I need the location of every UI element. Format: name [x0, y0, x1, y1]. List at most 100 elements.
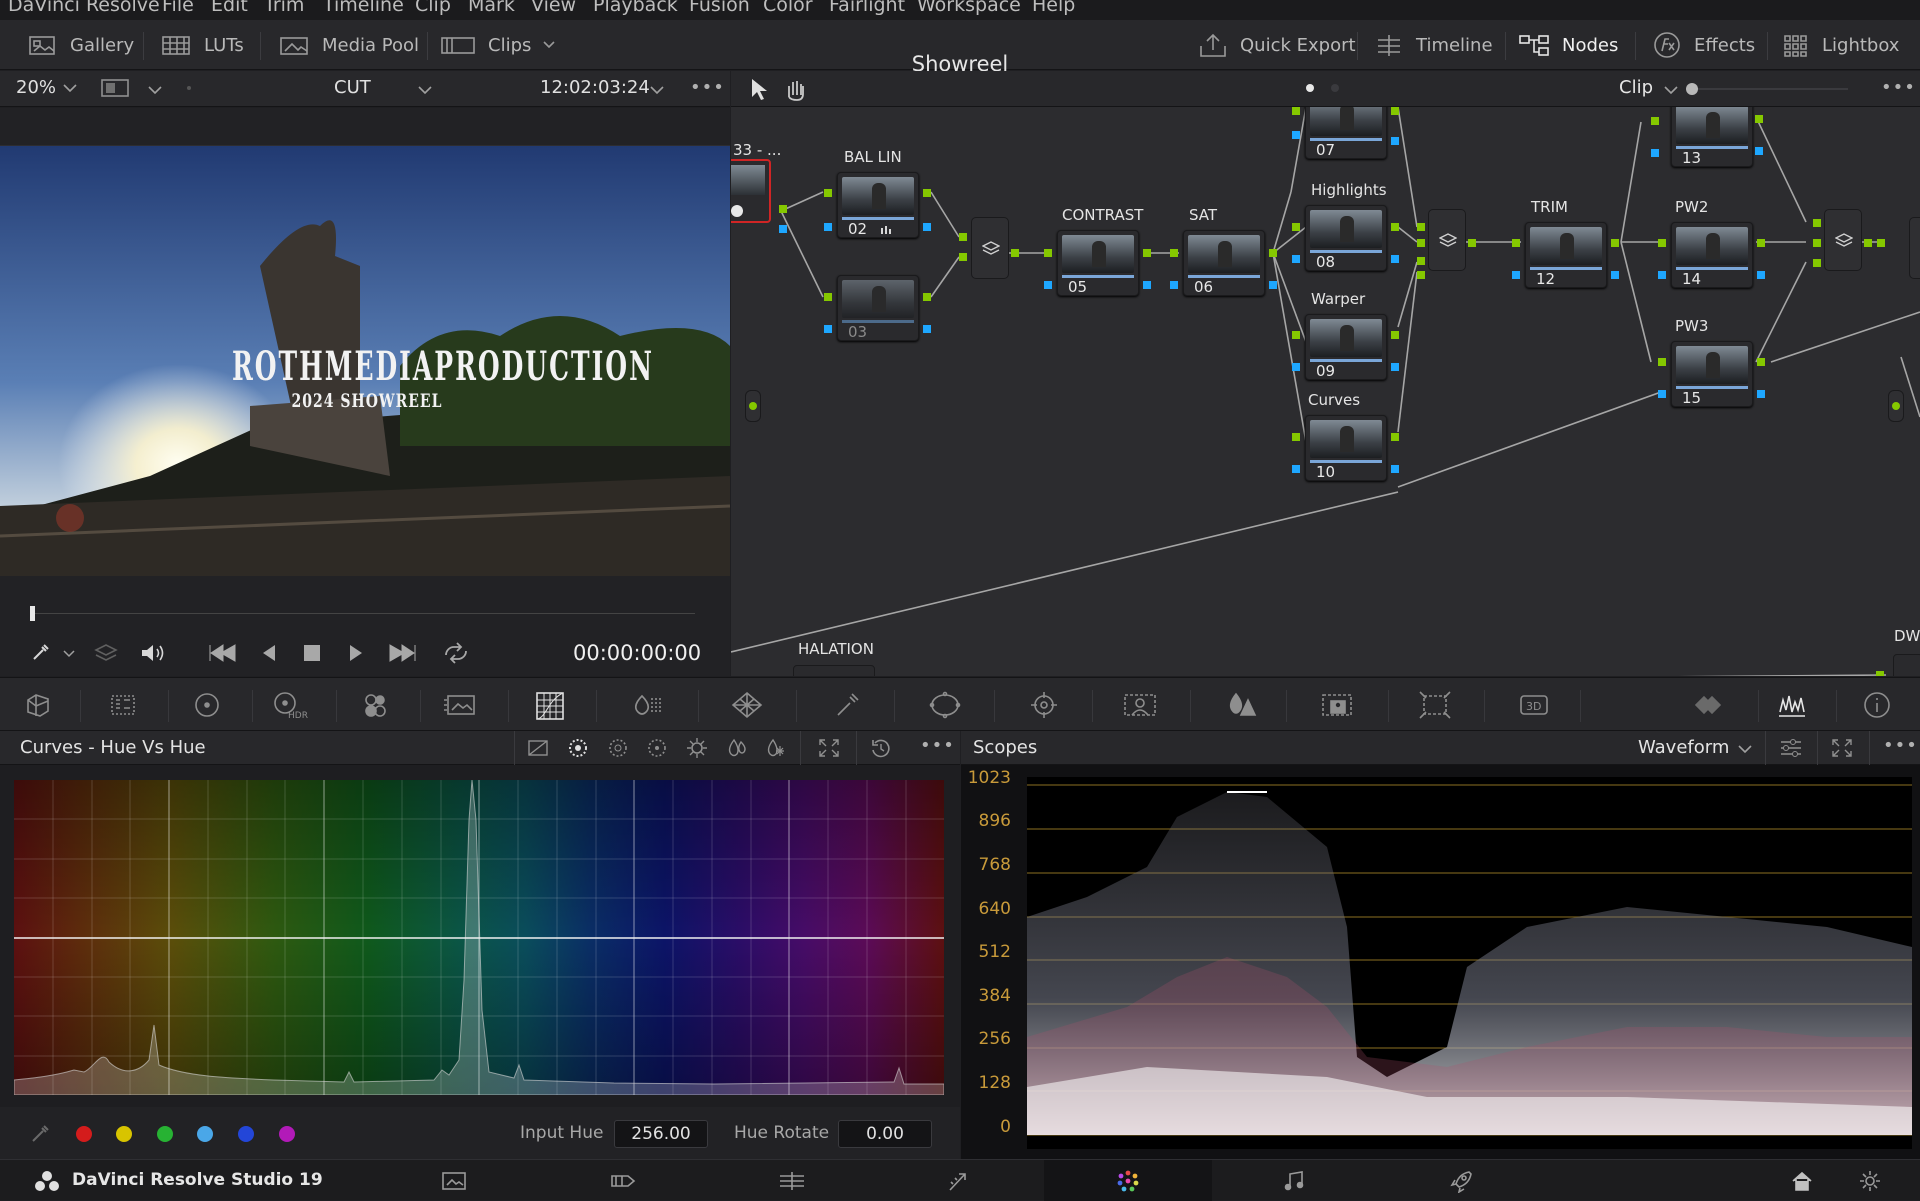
output-port[interactable] [1755, 115, 1763, 123]
scope-type-dropdown[interactable]: Waveform [1638, 737, 1729, 758]
eyedropper-icon[interactable] [30, 641, 52, 663]
menu-fusion[interactable]: Fusion [689, 0, 750, 16]
node-10[interactable]: 10 [1305, 415, 1387, 481]
node-13[interactable]: 13 [1671, 107, 1753, 167]
node-06[interactable]: 06 [1183, 230, 1265, 296]
layer-mixer-node[interactable] [1824, 209, 1862, 271]
output-port[interactable] [1391, 223, 1399, 231]
hue-vs-lum-icon[interactable] [645, 737, 669, 759]
loop-icon[interactable] [440, 641, 472, 665]
menu-view[interactable]: View [531, 0, 576, 16]
3d-icon[interactable]: 3D [1518, 690, 1548, 720]
stop-icon[interactable] [302, 643, 322, 663]
menu-timeline[interactable]: Timeline [323, 0, 404, 16]
input-port[interactable] [1417, 223, 1425, 231]
source-timecode[interactable]: 12:02:03:24 [540, 77, 650, 98]
input-port[interactable] [1813, 219, 1821, 227]
output-port[interactable] [1757, 358, 1765, 366]
alpha-port[interactable] [923, 223, 931, 231]
menu-app[interactable]: DaVinci Resolve [8, 0, 160, 16]
menu-workspace[interactable]: Workspace [917, 0, 1021, 16]
input-port[interactable] [1292, 223, 1300, 231]
curves-icon[interactable] [534, 690, 564, 720]
input-port[interactable] [1658, 358, 1666, 366]
alpha-port[interactable] [1269, 281, 1277, 289]
node-08[interactable]: 08 [1305, 205, 1387, 271]
hdr-wheels-icon[interactable]: HDR [272, 690, 308, 721]
input-port[interactable] [1651, 117, 1659, 125]
input-port[interactable] [1417, 239, 1425, 247]
sat-vs-sat-icon[interactable] [725, 737, 749, 759]
node-01[interactable] [731, 159, 771, 223]
settings-button[interactable] [1826, 1160, 1914, 1201]
input-port[interactable] [1044, 249, 1052, 257]
node-02[interactable]: 02 [837, 172, 919, 238]
input-port[interactable] [1877, 239, 1885, 247]
color-warper-icon[interactable] [630, 690, 661, 720]
alpha-port[interactable] [1651, 149, 1659, 157]
input-port[interactable] [1658, 239, 1666, 247]
input-port[interactable] [1292, 107, 1300, 115]
chevron-down-icon[interactable] [148, 85, 162, 95]
more-options-icon[interactable]: ••• [1881, 77, 1916, 98]
alpha-port[interactable] [1143, 281, 1151, 289]
viewer-layout-icon[interactable] [100, 77, 130, 99]
node-05[interactable]: 05 [1057, 230, 1139, 296]
chevron-down-icon[interactable] [1664, 85, 1678, 95]
alpha-port[interactable] [1292, 131, 1300, 139]
input-port[interactable] [824, 189, 832, 197]
swatch-yellow[interactable] [116, 1126, 132, 1142]
step-back-icon[interactable] [260, 643, 278, 663]
swatch-cyan[interactable] [197, 1126, 213, 1142]
info-icon[interactable] [1862, 690, 1892, 720]
pointer-icon[interactable] [749, 77, 767, 101]
menu-color[interactable]: Color [763, 0, 813, 16]
sizing-icon[interactable] [1418, 690, 1451, 720]
mode-dropdown[interactable]: CUT [334, 77, 371, 98]
alpha-port[interactable] [1391, 255, 1399, 263]
chevron-down-icon[interactable] [63, 83, 77, 93]
alpha-port[interactable] [1658, 271, 1666, 279]
menu-mark[interactable]: Mark [468, 0, 515, 16]
color-page-button[interactable] [1044, 1160, 1212, 1201]
scrubber-track[interactable] [30, 613, 695, 614]
edit-page-button[interactable] [748, 1160, 836, 1201]
swatch-green[interactable] [157, 1126, 173, 1142]
alpha-port[interactable] [1658, 390, 1666, 398]
input-source[interactable] [745, 390, 761, 422]
media-page-button[interactable] [410, 1160, 498, 1201]
motion-effects-icon[interactable] [442, 690, 475, 720]
keyframes-icon[interactable] [1690, 690, 1722, 720]
menu-edit[interactable]: Edit [211, 0, 248, 16]
output-port[interactable] [1391, 433, 1399, 441]
alpha-port[interactable] [1292, 363, 1300, 371]
hue-vs-hue-curve[interactable] [14, 780, 944, 1095]
gallery-button[interactable]: Gallery [26, 20, 134, 70]
color-wheels-icon[interactable] [192, 690, 222, 720]
deliver-page-button[interactable] [1418, 1160, 1506, 1201]
input-port[interactable] [959, 233, 967, 241]
hue-vs-sat-icon[interactable] [606, 737, 630, 759]
timeline-toggle[interactable]: Timeline [1374, 20, 1493, 70]
clips-button[interactable]: Clips [440, 20, 555, 70]
custom-curve-icon[interactable] [527, 739, 549, 757]
menu-trim[interactable]: Trim [264, 0, 304, 16]
partial-node[interactable] [1909, 217, 1920, 279]
key-icon[interactable] [1320, 690, 1352, 720]
qualifier-icon[interactable] [730, 690, 763, 720]
input-port[interactable] [1813, 239, 1821, 247]
input-port[interactable] [1292, 433, 1300, 441]
sat-vs-lum-icon[interactable] [763, 737, 787, 759]
node-15[interactable]: 15 [1671, 341, 1753, 407]
alpha-port[interactable] [923, 325, 931, 333]
color-match-icon[interactable] [108, 690, 138, 720]
zoom-dropdown[interactable]: 20% [16, 77, 56, 98]
menu-fairlight[interactable]: Fairlight [829, 0, 905, 16]
input-port[interactable] [1417, 271, 1425, 279]
swatch-magenta[interactable] [279, 1126, 295, 1142]
output-port[interactable] [923, 293, 931, 301]
input-port[interactable] [1876, 671, 1884, 676]
output-port[interactable] [779, 205, 787, 213]
input-port[interactable] [959, 253, 967, 261]
node-09[interactable]: 09 [1305, 314, 1387, 380]
